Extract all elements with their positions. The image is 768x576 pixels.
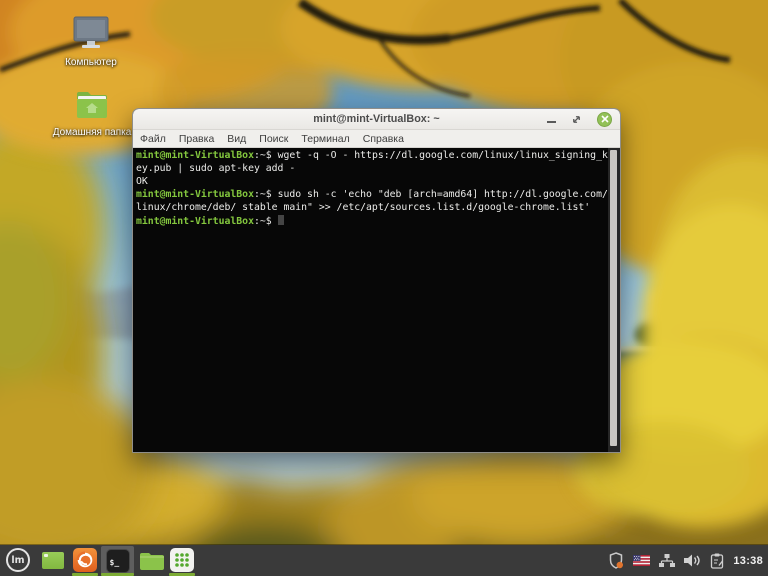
terminal-task-active[interactable]: $_ — [101, 546, 134, 575]
software-manager-launcher[interactable] — [170, 548, 194, 572]
software-manager-icon — [170, 548, 194, 572]
terminal-menubar: Файл Правка Вид Поиск Терминал Справка — [133, 130, 620, 148]
mint-logo-text: lm — [11, 554, 25, 566]
network-icon[interactable] — [659, 553, 676, 568]
firefox-launcher[interactable] — [73, 548, 97, 576]
terminal-prompt-line: mint@mint-VirtualBox:~$ — [136, 214, 606, 229]
desktop-screen: Компьютер Домашняя папка mint@mint-Virtu… — [0, 0, 768, 576]
menu-terminal[interactable]: Терминал — [301, 133, 349, 145]
terminal-scrollbar[interactable] — [608, 148, 620, 452]
desktop-icon-label: Домашняя папка — [52, 127, 132, 138]
window-titlebar[interactable]: mint@mint-VirtualBox: ~ — [133, 109, 620, 130]
terminal-line: linux/chrome/deb/ stable main" >> /etc/a… — [136, 201, 591, 213]
show-desktop-button[interactable] — [42, 552, 64, 569]
terminal-line: OK — [136, 175, 148, 187]
menu-file[interactable]: Файл — [140, 133, 166, 145]
keyboard-layout-us-flag-icon[interactable] — [633, 555, 651, 566]
close-button[interactable] — [597, 111, 612, 127]
desktop-icon-computer[interactable]: Компьютер — [56, 16, 126, 68]
computer-monitor-icon — [73, 16, 109, 48]
terminal-glyph: $_ — [109, 557, 120, 567]
reports-clipboard-icon[interactable] — [710, 553, 724, 569]
maximize-button[interactable] — [571, 114, 582, 125]
terminal-output[interactable]: mint@mint-VirtualBox:~$ wget -q -O - htt… — [133, 148, 620, 452]
terminal-line: mint@mint-VirtualBox:~$ sudo sh -c 'echo… — [136, 188, 608, 200]
folder-icon — [140, 553, 164, 570]
mint-logo-icon: lm — [6, 548, 30, 572]
close-icon — [600, 115, 609, 123]
system-tray: 13:38 — [608, 545, 763, 576]
show-desktop-icon — [42, 552, 64, 569]
terminal-line: mint@mint-VirtualBox:~$ wget -q -O - htt… — [136, 150, 608, 161]
menu-search[interactable]: Поиск — [259, 133, 288, 145]
mint-menu-button[interactable]: lm — [6, 548, 30, 572]
terminal-cursor — [277, 214, 284, 225]
clock[interactable]: 13:38 — [733, 555, 763, 567]
terminal-window: mint@mint-VirtualBox: ~ Файл Правка Вид … — [132, 108, 621, 453]
firefox-icon — [73, 548, 97, 572]
volume-icon[interactable] — [684, 554, 701, 567]
terminal-line: ey.pub | sudo apt-key add - — [136, 162, 296, 174]
scrollbar-thumb[interactable] — [610, 150, 617, 446]
taskbar-panel: lm $_ 13:38 — [0, 545, 768, 576]
desktop-icon-label: Компьютер — [65, 57, 117, 68]
terminal-app-icon: $_ — [105, 548, 130, 573]
home-folder-icon — [77, 92, 107, 118]
menu-view[interactable]: Вид — [227, 133, 246, 145]
menu-help[interactable]: Справка — [363, 133, 404, 145]
desktop-icon-home-folder[interactable]: Домашняя папка — [50, 90, 134, 138]
update-shield-icon[interactable] — [608, 552, 624, 569]
menu-edit[interactable]: Правка — [179, 133, 214, 145]
files-launcher[interactable] — [139, 551, 165, 575]
minimize-button[interactable] — [547, 120, 556, 123]
